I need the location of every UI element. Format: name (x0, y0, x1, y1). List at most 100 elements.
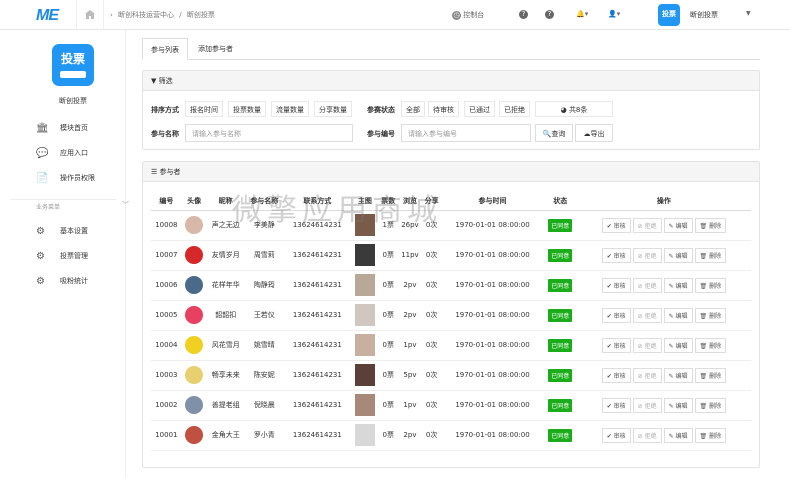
row-views: 26pv (397, 210, 422, 241)
avatar[interactable]: 投票 (658, 4, 680, 26)
status-rejected[interactable]: 已拒绝 (499, 101, 530, 117)
sort-by-views[interactable]: 流量数量 (271, 101, 309, 117)
tab-participants[interactable]: 参与列表 (142, 38, 188, 60)
main-image[interactable] (354, 424, 375, 446)
edit-button[interactable]: ✎ 编辑 (663, 337, 693, 353)
approve-button[interactable]: ✔ 审核 (601, 367, 631, 383)
sidebar-item-settings[interactable]: ⚙ 基本设置 (0, 219, 126, 244)
main-image-cell (351, 210, 379, 241)
reject-button[interactable]: ⊘ 拒绝 (632, 217, 662, 233)
delete-button[interactable]: 🗑 删除 (694, 397, 727, 413)
crumb-app[interactable]: 断创投票 (187, 11, 215, 19)
delete-button[interactable]: 🗑 删除 (694, 217, 727, 233)
approve-button[interactable]: ✔ 审核 (601, 397, 631, 413)
row-time: 1970-01-01 08:00:00 (441, 360, 544, 391)
edit-button[interactable]: ✎ 编辑 (663, 217, 693, 233)
bank-icon: 🏛 (36, 123, 49, 134)
row-name: 倪晓晨 (245, 390, 284, 421)
home-icon[interactable] (84, 9, 96, 20)
export-button[interactable]: ☁导出 (575, 124, 613, 142)
account-button[interactable]: 👤▾ (608, 10, 620, 18)
approve-button[interactable]: ✔ 审核 (601, 307, 631, 323)
reject-button[interactable]: ⊘ 拒绝 (632, 367, 662, 383)
status-cell: 已同意 (543, 390, 577, 421)
faq-button[interactable]: ? (545, 10, 554, 19)
list-icon: ☰ (151, 168, 160, 176)
row-nickname: 风花雪月 (206, 330, 246, 361)
main-image[interactable] (354, 334, 375, 356)
sidebar-item-home[interactable]: 🏛 模块首页 (0, 116, 126, 141)
user-name[interactable]: 断创投票 (690, 10, 718, 20)
edit-button[interactable]: ✎ 编辑 (663, 397, 693, 413)
delete-button[interactable]: 🗑 删除 (694, 277, 727, 293)
row-id: 10004 (151, 330, 182, 361)
reject-button[interactable]: ⊘ 拒绝 (632, 307, 662, 323)
help-button[interactable]: ? (519, 10, 528, 19)
main-image[interactable] (354, 214, 375, 236)
main-image[interactable] (354, 244, 375, 266)
row-id: 10001 (151, 420, 182, 451)
delete-button[interactable]: 🗑 删除 (694, 247, 727, 263)
number-input[interactable]: 请输入参与编号 (401, 124, 531, 142)
delete-button[interactable]: 🗑 删除 (694, 367, 727, 383)
row-time: 1970-01-01 08:00:00 (441, 330, 544, 361)
gear-icon: ⚙ (36, 226, 45, 237)
status-cell: 已同意 (543, 240, 577, 271)
main-image[interactable] (354, 364, 375, 386)
section-header[interactable]: 业务菜单 ﹀ (10, 199, 129, 219)
crumb-sep: / (179, 11, 182, 19)
name-input[interactable]: 请输入参与名称 (185, 124, 353, 142)
app-logo[interactable]: ME (36, 7, 59, 25)
tab-add-participant[interactable]: 添加参与者 (190, 38, 241, 60)
side-menu: 🏛 模块首页 💬 应用入口 📄 操作员权限 业务菜单 ﹀ ⚙ 基本设置 ⚙ 投票管理 ⚙ 吸… (0, 116, 129, 294)
edit-button[interactable]: ✎ 编辑 (663, 427, 693, 443)
column-header: 操作 (576, 192, 751, 211)
sort-by-shares[interactable]: 分享数量 (314, 101, 352, 117)
crumb-icon: › (110, 11, 113, 19)
sidebar-item-permissions[interactable]: 📄 操作员权限 (0, 166, 126, 191)
edit-button[interactable]: ✎ 编辑 (663, 367, 693, 383)
sort-by-time[interactable]: 报名时间 (185, 101, 223, 117)
delete-button[interactable]: 🗑 删除 (694, 337, 727, 353)
reject-button[interactable]: ⊘ 拒绝 (632, 247, 662, 263)
sidebar-item-entry[interactable]: 💬 应用入口 (0, 141, 126, 166)
pie-icon: ◕ (560, 106, 569, 114)
avatar-cell (181, 360, 207, 391)
status-pending[interactable]: 待审核 (428, 101, 459, 117)
number-label: 参与编号 (367, 130, 395, 138)
row-id: 10006 (151, 270, 182, 301)
approve-button[interactable]: ✔ 审核 (601, 337, 631, 353)
approve-button[interactable]: ✔ 审核 (601, 247, 631, 263)
main-image[interactable] (354, 394, 375, 416)
row-phone: 13624614231 (283, 330, 352, 361)
main-image[interactable] (354, 304, 375, 326)
approve-button[interactable]: ✔ 审核 (601, 277, 631, 293)
sort-by-votes[interactable]: 投票数量 (228, 101, 266, 117)
reject-button[interactable]: ⊘ 拒绝 (632, 427, 662, 443)
caret-down-icon[interactable]: ▼ (746, 10, 751, 17)
console-link[interactable]: ◷ 控制台 (452, 10, 484, 20)
delete-button[interactable]: 🗑 删除 (694, 307, 727, 323)
edit-button[interactable]: ✎ 编辑 (663, 307, 693, 323)
status-approved[interactable]: 已通过 (464, 101, 495, 117)
row-nickname: 畅享未来 (206, 360, 246, 391)
status-all[interactable]: 全部 (401, 101, 425, 117)
search-button[interactable]: 🔍查询 (535, 124, 573, 142)
notification-button[interactable]: 🔔▾ (576, 10, 588, 18)
main-image-cell (351, 360, 379, 391)
row-shares: 0次 (422, 390, 442, 421)
reject-button[interactable]: ⊘ 拒绝 (632, 397, 662, 413)
main-image[interactable] (354, 274, 375, 296)
sidebar-item-fans-stats[interactable]: ⚙ 吸粉统计 (0, 269, 126, 294)
crumb-org[interactable]: 断创科技运营中心 (118, 11, 174, 19)
reject-button[interactable]: ⊘ 拒绝 (632, 277, 662, 293)
edit-button[interactable]: ✎ 编辑 (663, 277, 693, 293)
reject-button[interactable]: ⊘ 拒绝 (632, 337, 662, 353)
approve-button[interactable]: ✔ 审核 (601, 427, 631, 443)
sidebar-item-vote-manage[interactable]: ⚙ 投票管理 (0, 244, 126, 269)
delete-button[interactable]: 🗑 删除 (694, 427, 727, 443)
column-header: 昵称 (206, 192, 246, 211)
table-row: 10005 韶韶扣 王若仪 13624614231 0票 2pv 0次 1970-01-01 … (151, 300, 751, 331)
edit-button[interactable]: ✎ 编辑 (663, 247, 693, 263)
approve-button[interactable]: ✔ 审核 (601, 217, 631, 233)
